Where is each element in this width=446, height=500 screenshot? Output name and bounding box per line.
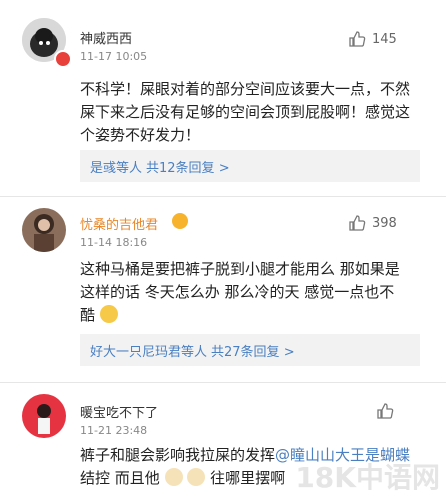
verified-badge-icon xyxy=(54,50,72,68)
comment-line: 个姿势不好发力！ xyxy=(80,126,201,144)
comment-line: 这种马桶是要把裤子脱到小腿才能用么 那如果是 xyxy=(80,260,400,278)
like-count: 398 xyxy=(372,215,397,231)
comment-line: 这样的话 冬天怎么办 那么冷的天 感觉一点也不 xyxy=(80,283,395,301)
commenter-name[interactable]: 忧桑的吉他君 xyxy=(80,214,158,233)
divider xyxy=(0,196,446,197)
like-count: 145 xyxy=(372,31,397,47)
reply-summary[interactable]: 是彧等人 共12条回复 > xyxy=(80,150,420,182)
comment-line: 酷 xyxy=(80,304,430,327)
like-button[interactable] xyxy=(376,402,394,420)
comment-text: 这种马桶是要把裤子脱到小腿才能用么 那如果是 这样的话 冬天怎么办 那么冷的天 … xyxy=(80,258,430,327)
thumbs-up-icon xyxy=(348,214,366,232)
comment-line-text: 酷 xyxy=(80,306,96,324)
reply-count[interactable]: 共12条回复 > xyxy=(146,157,230,176)
comment-line: 屎下来之后没有足够的空间会顶到屁股啊！感觉这 xyxy=(80,103,411,121)
avatar[interactable] xyxy=(22,208,66,252)
comment-text-part: 往哪里摆啊 xyxy=(210,469,286,487)
like-button[interactable]: 145 xyxy=(348,30,397,48)
comment-time: 11-21 23:48 xyxy=(80,424,148,437)
thumbs-up-icon xyxy=(376,402,394,420)
sad-face-emoji-icon xyxy=(99,305,118,323)
thumbs-up-icon xyxy=(348,30,366,48)
watermark-logo: 18K中语网 xyxy=(295,461,440,494)
reply-summary[interactable]: 好大一只尼玛君等人 共27条回复 > xyxy=(80,334,420,366)
vip-emoji-icon xyxy=(172,213,188,229)
comment-2: 忧桑的吉他君 11-14 18:16 398 这种马桶是要把裤子脱到小腿才能用么… xyxy=(0,198,446,378)
comment-time: 11-17 10:05 xyxy=(80,50,148,63)
comment-1: 神威西西 11-17 10:05 145 不科学！屎眼对着的部分空间应该要大一点… xyxy=(0,0,446,190)
reply-users-link[interactable]: 是彧等人 xyxy=(90,157,142,176)
like-button[interactable]: 398 xyxy=(348,214,397,232)
commenter-name[interactable]: 暖宝吃不下了 xyxy=(80,402,158,421)
avatar[interactable] xyxy=(22,394,66,438)
chicken-emoji-icon xyxy=(187,468,206,486)
reply-count[interactable]: 共27条回复 > xyxy=(211,341,295,360)
comment-text-part: 结控 而且他 xyxy=(80,469,160,487)
chicken-emoji-icon xyxy=(164,468,183,486)
comment-line: 不科学！屎眼对着的部分空间应该要大一点，不然 xyxy=(80,80,411,98)
commenter-name[interactable]: 神威西西 xyxy=(80,28,132,47)
reply-users-link[interactable]: 好大一只尼玛君等人 xyxy=(90,341,207,360)
comment-text: 不科学！屎眼对着的部分空间应该要大一点，不然 屎下来之后没有足够的空间会顶到屁股… xyxy=(80,78,430,147)
comment-text-part: 裤子和腿会影响我拉屎的发挥 xyxy=(80,446,276,464)
divider xyxy=(0,382,446,383)
comment-time: 11-14 18:16 xyxy=(80,236,148,249)
